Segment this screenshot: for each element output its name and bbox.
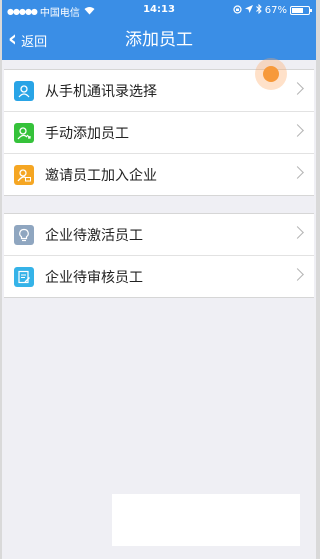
chevron-right-icon (291, 82, 304, 95)
status-right: 67% (233, 3, 312, 17)
group1-item-2[interactable]: 手动添加员工 (4, 112, 314, 154)
blank-panel (112, 494, 300, 546)
list-item-label: 从手机通讯录选择 (45, 83, 157, 100)
battery-percent: 67% (264, 5, 287, 16)
invite-icon (14, 164, 34, 185)
navigation-bar: ‹ 返回 添加员工 (2, 20, 316, 60)
touch-indicator-core (263, 66, 279, 82)
list-item-label: 邀请员工加入企业 (45, 167, 157, 184)
list-item-label: 企业待激活员工 (45, 227, 143, 244)
chevron-right-icon (291, 226, 304, 239)
battery-icon (290, 6, 312, 15)
page-title: 添加员工 (125, 30, 193, 50)
battery-fill (292, 8, 303, 13)
list-item-label: 企业待审核员工 (45, 269, 143, 286)
chevron-right-icon (291, 268, 304, 281)
bluetooth-icon (255, 3, 262, 17)
chevron-right-icon (291, 124, 304, 137)
group1-item-3[interactable]: 邀请员工加入企业 (4, 154, 314, 195)
group2-item-2[interactable]: 企业待审核员工 (4, 256, 314, 297)
add-person-icon (14, 122, 34, 143)
group2-item-1[interactable]: 企业待激活员工 (4, 214, 314, 256)
pending-staff-list: 企业待激活员工 企业待审核员工 (4, 213, 314, 298)
contacts-icon (14, 80, 34, 101)
lightbulb-icon (14, 224, 34, 245)
location-icon (244, 5, 253, 16)
status-bar: ●●●●● 中国电信 14:13 67% (2, 0, 316, 20)
app-screen: ●●●●● 中国电信 14:13 67% ‹ 返回 添加员工 从手机通讯录选择 … (2, 0, 316, 559)
touch-indicator (255, 58, 287, 90)
chevron-right-icon (291, 166, 304, 179)
list-item-label: 手动添加员工 (45, 125, 129, 142)
review-icon (14, 266, 34, 287)
rotation-lock-icon (233, 4, 242, 17)
